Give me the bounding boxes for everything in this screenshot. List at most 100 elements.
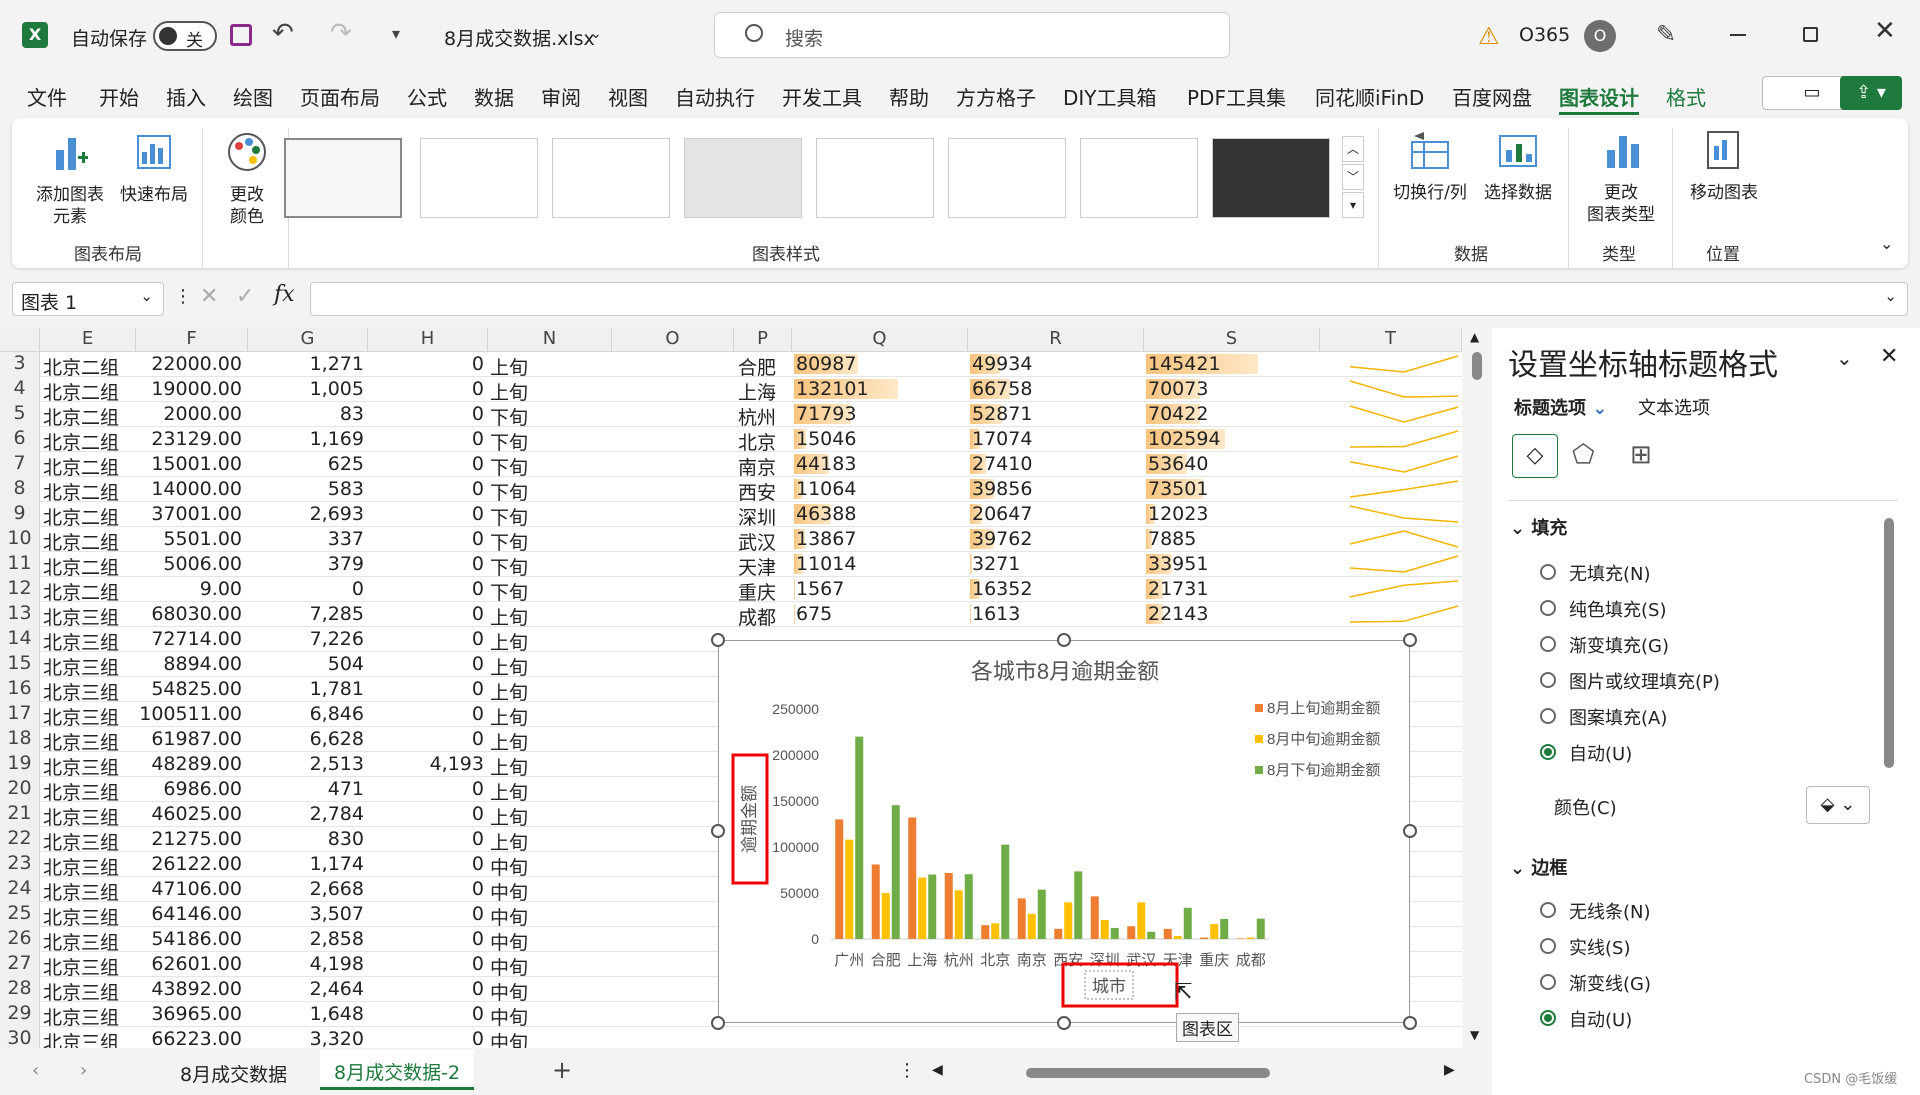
cell-g[interactable]: 1,648 [248, 1003, 364, 1025]
cell-h[interactable]: 0 [368, 403, 484, 425]
border-section-header[interactable]: ⌄ 边框 [1510, 854, 1567, 880]
radio-auto-line[interactable] [1540, 1010, 1556, 1026]
cell-s[interactable]: 145421 [1148, 353, 1221, 375]
fill-line-icon[interactable]: ◇ [1512, 434, 1558, 478]
cell-e[interactable]: 北京二组 [43, 553, 119, 580]
h-scroll-right-icon[interactable]: ▶ [1444, 1062, 1455, 1078]
cell-s[interactable]: 21731 [1148, 578, 1208, 600]
cell-n[interactable]: 上旬 [490, 628, 528, 655]
cell-f[interactable]: 46025.00 [136, 803, 242, 825]
row-header[interactable]: 8 [0, 477, 40, 502]
cell-h[interactable]: 0 [368, 828, 484, 850]
cell-g[interactable]: 3,320 [248, 1028, 364, 1048]
enter-formula-icon[interactable]: ✓ [236, 284, 254, 309]
row-header[interactable]: 9 [0, 502, 40, 527]
cell-e[interactable]: 北京二组 [43, 478, 119, 505]
tab-draw[interactable]: 绘图 [233, 82, 273, 111]
cell-n[interactable]: 下旬 [490, 503, 528, 530]
row-header[interactable]: 29 [0, 1002, 40, 1027]
title-options-chevron-icon[interactable]: ⌄ [1592, 398, 1607, 419]
move-chart-button[interactable]: 移动图表 [1682, 128, 1766, 204]
cell-g[interactable]: 830 [248, 828, 364, 850]
cell-n[interactable]: 上旬 [490, 753, 528, 780]
close-icon[interactable]: ✕ [1874, 16, 1896, 46]
radio-gradient-fill[interactable] [1540, 636, 1556, 652]
cell-n[interactable]: 上旬 [490, 653, 528, 680]
sheet-prev-icon[interactable]: ‹ [32, 1060, 39, 1081]
cell-q[interactable]: 1567 [796, 578, 844, 600]
cell-h[interactable]: 0 [368, 703, 484, 725]
row-header[interactable]: 13 [0, 602, 40, 627]
cell-e[interactable]: 北京二组 [43, 403, 119, 430]
cell-f[interactable]: 100511.00 [136, 703, 242, 725]
cell-f[interactable]: 5006.00 [136, 553, 242, 575]
chart-style-5[interactable] [816, 138, 934, 218]
cell-h[interactable]: 0 [368, 978, 484, 1000]
table-row[interactable]: 9 北京二组 37001.00 2,693 0 下旬 深圳 46388 20647 12023 [0, 502, 1462, 530]
chart-style-7[interactable] [1080, 138, 1198, 218]
cell-g[interactable]: 504 [248, 653, 364, 675]
table-row[interactable]: 10 北京二组 5501.00 337 0 下旬 武汉 13867 39762 7885 [0, 527, 1462, 555]
row-header[interactable]: 4 [0, 377, 40, 402]
col-header-g[interactable]: G [248, 328, 368, 352]
cell-r[interactable]: 3271 [972, 553, 1020, 575]
cell-p[interactable]: 重庆 [738, 578, 776, 605]
tab-ifind[interactable]: 同花顺iFinD [1315, 82, 1424, 111]
cell-g[interactable]: 7,226 [248, 628, 364, 650]
cell-f[interactable]: 8894.00 [136, 653, 242, 675]
cell-n[interactable]: 上旬 [490, 803, 528, 830]
cell-e[interactable]: 北京三组 [43, 928, 119, 955]
cell-q[interactable]: 11014 [796, 553, 856, 575]
cell-h[interactable]: 0 [368, 728, 484, 750]
cell-n[interactable]: 上旬 [490, 353, 528, 380]
row-header[interactable]: 11 [0, 552, 40, 577]
cell-f[interactable]: 36965.00 [136, 1003, 242, 1025]
chart-handle-tm[interactable] [1057, 633, 1071, 647]
row-header[interactable]: 18 [0, 727, 40, 752]
cell-g[interactable]: 1,781 [248, 678, 364, 700]
cell-q[interactable]: 71793 [796, 403, 856, 425]
cell-f[interactable]: 26122.00 [136, 853, 242, 875]
radio-no-line[interactable] [1540, 902, 1556, 918]
cell-g[interactable]: 625 [248, 453, 364, 475]
chart-style-6[interactable] [948, 138, 1066, 218]
cell-f[interactable]: 19000.00 [136, 378, 242, 400]
table-row[interactable]: 7 北京二组 15001.00 625 0 下旬 南京 44183 27410 53640 [0, 452, 1462, 479]
tab-review[interactable]: 审阅 [541, 82, 581, 111]
search-box[interactable]: 搜索 [714, 12, 1230, 58]
cell-p[interactable]: 武汉 [738, 528, 776, 555]
row-header[interactable]: 20 [0, 777, 40, 802]
radio-pattern-fill[interactable] [1540, 708, 1556, 724]
cell-f[interactable]: 64146.00 [136, 903, 242, 925]
table-row[interactable]: 6 北京二组 23129.00 1,169 0 下旬 北京 15046 17074 102594 [0, 427, 1462, 455]
cell-p[interactable]: 深圳 [738, 503, 776, 530]
cell-g[interactable]: 2,464 [248, 978, 364, 1000]
cell-h[interactable]: 4,193 [368, 753, 484, 775]
radio-auto-fill[interactable] [1540, 744, 1556, 760]
cell-n[interactable]: 上旬 [490, 778, 528, 805]
row-header[interactable]: 14 [0, 627, 40, 652]
col-header-q[interactable]: Q [792, 328, 968, 352]
row-header[interactable]: 24 [0, 877, 40, 902]
namebox-chevron-icon[interactable]: ⌄ [140, 287, 153, 305]
formula-expand-icon[interactable]: ⌄ [1884, 287, 1897, 305]
chart-area[interactable]: 各城市8月逾期金额 250000 200000 150000 100000 50000 0 广… [718, 640, 1410, 1023]
insert-function-icon[interactable]: fx [274, 282, 295, 307]
cell-h[interactable]: 0 [368, 878, 484, 900]
cell-s[interactable]: 70422 [1148, 403, 1208, 425]
cell-h[interactable]: 0 [368, 353, 484, 375]
horizontal-scrollbar-thumb[interactable] [1026, 1068, 1270, 1078]
cell-f[interactable]: 66223.00 [136, 1028, 242, 1048]
chart-handle-br[interactable] [1403, 1016, 1417, 1030]
cell-g[interactable]: 83 [248, 403, 364, 425]
cell-g[interactable]: 2,784 [248, 803, 364, 825]
chart-handle-bm[interactable] [1057, 1016, 1071, 1030]
col-header-o[interactable]: O [612, 328, 734, 352]
cell-h[interactable]: 0 [368, 803, 484, 825]
row-header[interactable]: 22 [0, 827, 40, 852]
row-header[interactable]: 30 [0, 1027, 40, 1048]
cell-e[interactable]: 北京三组 [43, 878, 119, 905]
cell-h[interactable]: 0 [368, 528, 484, 550]
cell-g[interactable]: 1,005 [248, 378, 364, 400]
cell-n[interactable]: 下旬 [490, 428, 528, 455]
